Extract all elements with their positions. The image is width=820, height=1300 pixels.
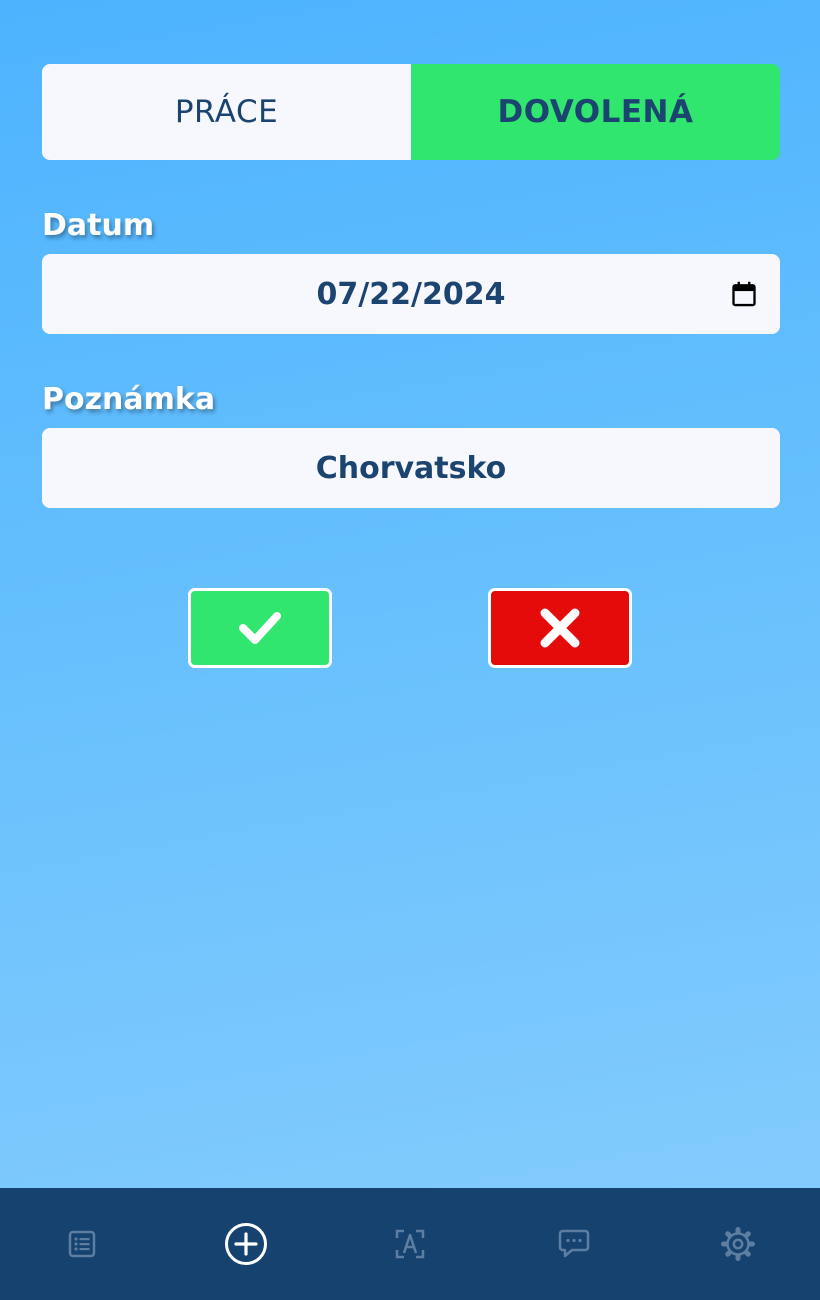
nav-list[interactable] [0,1188,164,1300]
text-recognition-icon [395,1229,425,1259]
date-input[interactable]: 07/22/2024 [42,254,780,334]
nav-add[interactable] [164,1188,328,1300]
note-input[interactable]: Chorvatsko [42,428,780,508]
check-icon [239,612,281,644]
bottom-nav [0,1188,820,1300]
note-label: Poznámka [42,382,216,417]
confirm-button[interactable] [188,588,332,668]
list-icon [68,1230,96,1258]
nav-settings[interactable] [656,1188,820,1300]
date-label: Datum [42,208,155,243]
add-circle-icon [225,1223,267,1265]
calendar-icon[interactable] [730,280,758,308]
cancel-button[interactable] [488,588,632,668]
note-value: Chorvatsko [315,450,507,486]
gear-icon [721,1227,755,1261]
type-toggle: PRÁCE DOVOLENÁ [42,64,780,160]
tab-prace[interactable]: PRÁCE [42,64,411,160]
nav-chat[interactable] [492,1188,656,1300]
close-icon [540,608,580,648]
date-value: 07/22/2024 [316,276,506,312]
tab-dovolena[interactable]: DOVOLENÁ [411,64,780,160]
nav-text-scan[interactable] [328,1188,492,1300]
chat-icon [558,1229,590,1258]
